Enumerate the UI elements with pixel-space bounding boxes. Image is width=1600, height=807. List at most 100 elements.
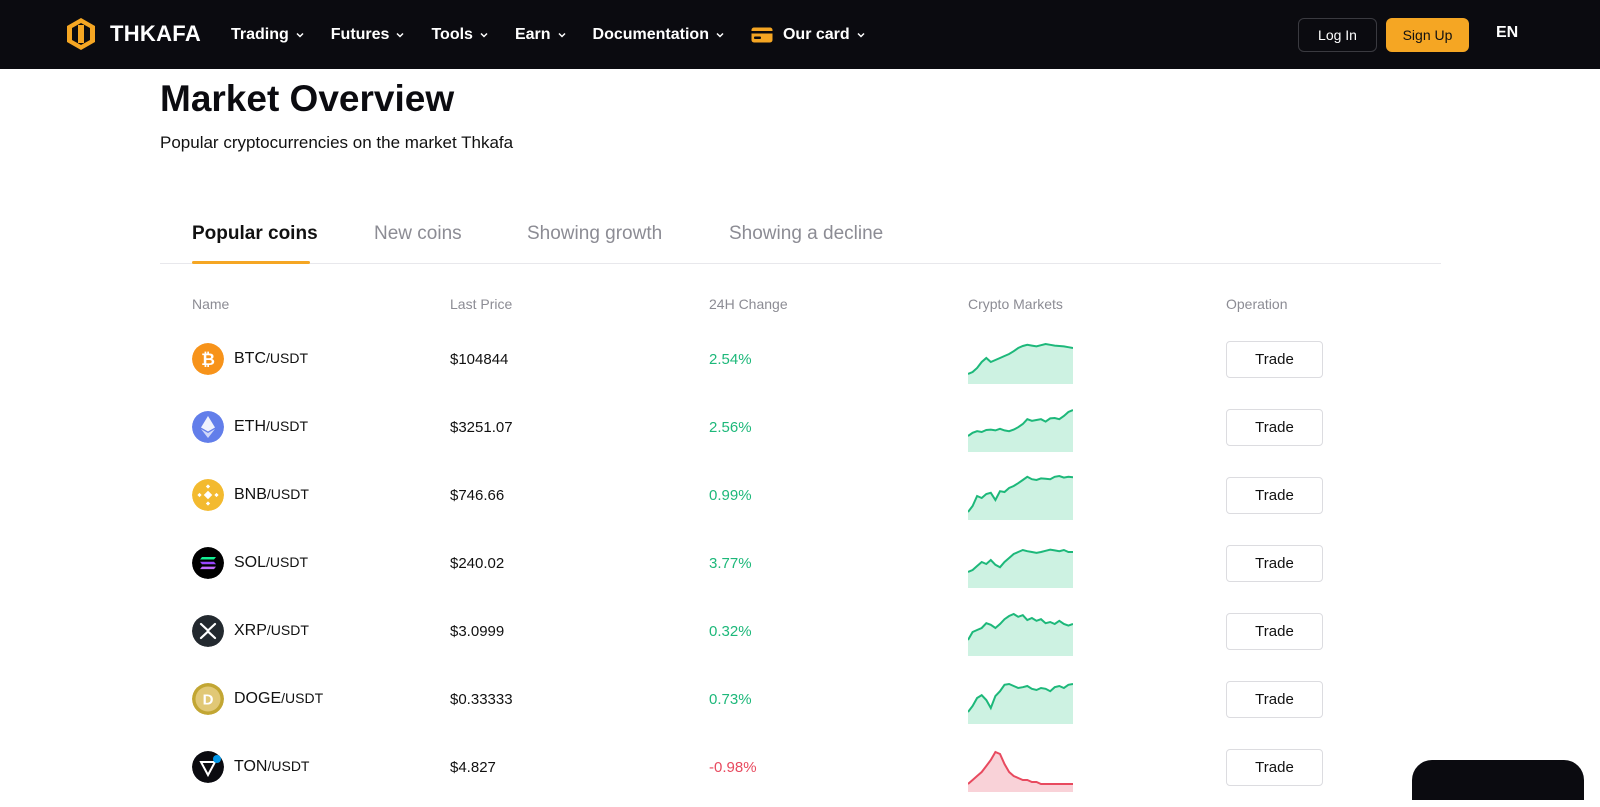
sparkline-chart [968, 682, 1073, 724]
24h-change: 0.99% [709, 487, 752, 504]
trade-button[interactable]: Trade [1226, 749, 1323, 786]
signup-button[interactable]: Sign Up [1386, 18, 1469, 52]
tab-popular-coins[interactable]: Popular coins [192, 223, 318, 245]
table-row[interactable]: XRP/USDT $3.0999 0.32% Trade [0, 603, 1600, 671]
login-button[interactable]: Log In [1298, 18, 1377, 52]
column-header-operation: Operation [1226, 296, 1288, 312]
chevron-down-icon [296, 32, 304, 38]
nav-tools-label: Tools [431, 25, 473, 43]
trade-button[interactable]: Trade [1226, 613, 1323, 650]
sparkline-chart [968, 548, 1073, 588]
sparkline-chart [968, 612, 1073, 656]
table-row[interactable]: ₿ BTC/USDT $104844 2.54% Trade [0, 331, 1600, 399]
pair-base: TON [234, 758, 268, 775]
trade-button[interactable]: Trade [1226, 681, 1323, 718]
nav-earn[interactable]: Earn [515, 26, 567, 44]
24h-change: 0.73% [709, 691, 752, 708]
dogecoin-icon: D [192, 683, 224, 715]
market-tabs: Popular coins New coins Showing growth S… [160, 215, 1441, 264]
toncoin-icon [192, 751, 224, 783]
chevron-down-icon [716, 32, 724, 38]
sparkline-area [968, 344, 1073, 384]
sparkline-chart [968, 409, 1073, 452]
24h-change: 3.77% [709, 555, 752, 572]
pair-name[interactable]: BTC/USDT [234, 350, 308, 368]
24h-change: 2.56% [709, 419, 752, 436]
column-header-last-price: Last Price [450, 296, 513, 312]
pair-base: SOL [234, 554, 267, 571]
pair-quote: /USDT [266, 486, 309, 502]
pair-quote: /USDT [281, 690, 324, 706]
ethereum-icon [192, 411, 224, 443]
last-price: $0.33333 [450, 691, 513, 708]
svg-text:₿: ₿ [201, 350, 215, 369]
chevron-down-icon [480, 32, 488, 38]
trade-button[interactable]: Trade [1226, 341, 1323, 378]
sparkline-chart [968, 474, 1073, 520]
nav-trading-label: Trading [231, 25, 289, 43]
pair-name[interactable]: TON/USDT [234, 758, 309, 776]
pair-quote: /USDT [266, 350, 308, 366]
brand-logo[interactable]: THKAFA [64, 17, 201, 51]
pair-name[interactable]: DOGE/USDT [234, 690, 323, 708]
active-tab-indicator [192, 261, 310, 264]
last-price: $240.02 [450, 555, 505, 572]
24h-change: 2.54% [709, 351, 752, 368]
trade-button[interactable]: Trade [1226, 477, 1323, 514]
brand-name: THKAFA [110, 21, 202, 46]
pair-quote: /USDT [267, 758, 310, 774]
chevron-down-icon [857, 32, 865, 38]
tab-new-coins[interactable]: New coins [374, 223, 462, 245]
sparkline-area [968, 614, 1073, 656]
bitcoin-icon: ₿ [192, 343, 224, 375]
column-header-name: Name [192, 296, 230, 312]
nav-our-card[interactable]: Our card [751, 26, 866, 44]
table-row[interactable]: D DOGE/USDT $0.33333 0.73% Trade [0, 671, 1600, 739]
page-title: Market Overview [160, 78, 455, 119]
card-icon [751, 27, 773, 42]
nav-documentation[interactable]: Documentation [593, 26, 725, 44]
nav-documentation-label: Documentation [592, 25, 709, 43]
pair-base: XRP [234, 622, 267, 639]
language-selector[interactable]: EN [1496, 24, 1518, 42]
solana-icon [192, 547, 224, 579]
top-navbar: THKAFA Trading Futures Tools Earn Docume… [0, 0, 1600, 69]
table-row[interactable]: SOL/USDT $240.02 3.77% Trade [0, 535, 1600, 603]
last-price: $746.66 [450, 487, 505, 504]
bnb-icon [192, 479, 224, 511]
pair-name[interactable]: BNB/USDT [234, 486, 309, 504]
nav-earn-label: Earn [514, 25, 551, 43]
xrp-icon [192, 615, 224, 647]
tab-showing-decline[interactable]: Showing a decline [729, 223, 883, 245]
pair-quote: /USDT [266, 418, 308, 434]
pair-base: ETH [234, 418, 266, 435]
pair-name[interactable]: SOL/USDT [234, 554, 308, 572]
tab-showing-growth[interactable]: Showing growth [527, 223, 662, 245]
nav-futures[interactable]: Futures [331, 26, 406, 44]
trade-button[interactable]: Trade [1226, 545, 1323, 582]
last-price: $4.827 [450, 759, 496, 776]
table-row[interactable]: TON/USDT $4.827 -0.98% Trade [0, 739, 1600, 807]
column-header-24h-change: 24H Change [709, 296, 788, 312]
pair-base: BNB [234, 486, 267, 503]
table-row[interactable]: ETH/USDT $3251.07 2.56% Trade [0, 399, 1600, 467]
last-price: $3251.07 [450, 419, 513, 436]
sparkline-chart [968, 342, 1073, 384]
pair-base: BTC [234, 350, 266, 367]
chat-widget[interactable] [1412, 760, 1584, 800]
last-price: $3.0999 [450, 623, 505, 640]
sparkline-area [968, 752, 1073, 792]
pair-name[interactable]: ETH/USDT [234, 418, 308, 436]
24h-change: -0.98% [709, 759, 757, 776]
nav-tools[interactable]: Tools [431, 26, 488, 44]
column-header-crypto-markets: Crypto Markets [968, 296, 1063, 312]
logo-icon [67, 18, 95, 50]
svg-text:D: D [203, 692, 214, 709]
pair-name[interactable]: XRP/USDT [234, 622, 309, 640]
trade-button[interactable]: Trade [1226, 409, 1323, 446]
nav-trading[interactable]: Trading [231, 26, 305, 44]
nav-futures-label: Futures [330, 25, 390, 43]
sparkline-area [968, 684, 1073, 724]
table-row[interactable]: BNB/USDT $746.66 0.99% Trade [0, 467, 1600, 535]
page-subtitle: Popular cryptocurrencies on the market T… [160, 133, 514, 152]
